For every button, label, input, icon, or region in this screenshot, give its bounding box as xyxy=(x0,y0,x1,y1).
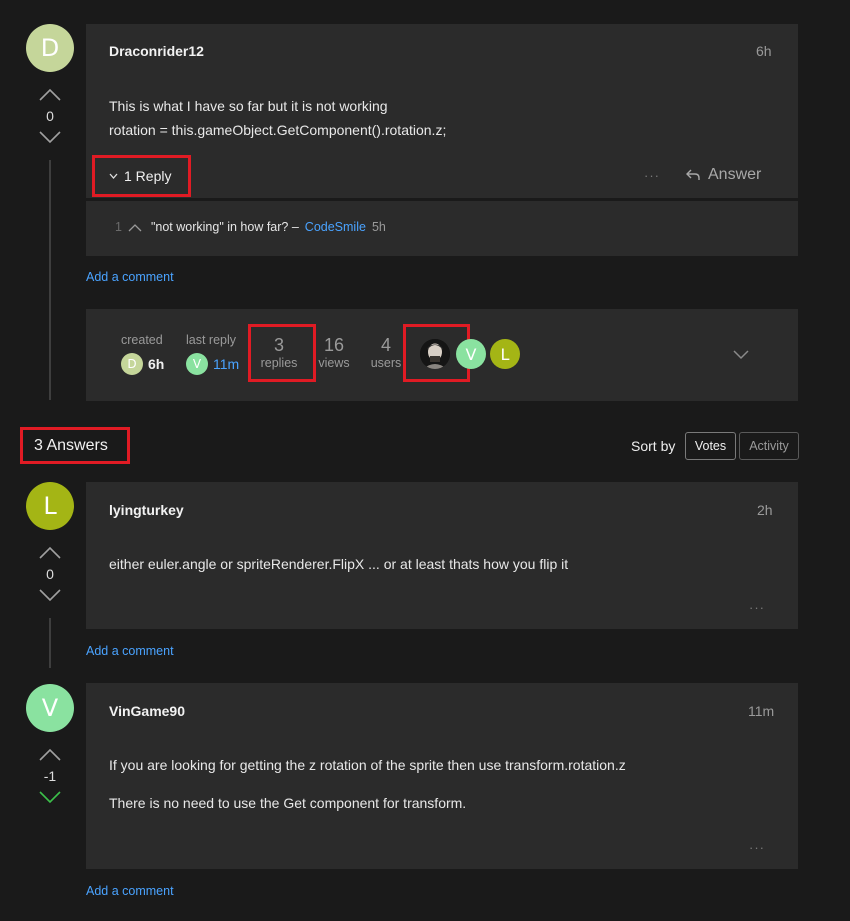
stat-users: 4 users xyxy=(368,335,404,370)
question-body-line: This is what I have so far but it is not… xyxy=(109,98,388,114)
sort-votes-button[interactable]: Votes xyxy=(685,432,736,460)
thread-line xyxy=(49,160,51,400)
question-vote-count: 0 xyxy=(46,108,54,124)
user-avatar-v[interactable]: V xyxy=(456,339,486,369)
answer2-body-line2: There is no need to use the Get componen… xyxy=(109,795,467,811)
upvote-icon[interactable] xyxy=(39,88,61,102)
answer-button[interactable]: Answer xyxy=(686,166,761,184)
downvote-active-icon[interactable] xyxy=(39,790,61,804)
stat-views-label: views xyxy=(318,356,350,370)
stat-views: 16 views xyxy=(316,335,352,370)
stat-last-reply-time[interactable]: 11m xyxy=(213,356,239,372)
answer1-body: either euler.angle or spriteRenderer.Fli… xyxy=(109,556,569,572)
reply-row: 1 "not working" in how far? – CodeSmile … xyxy=(115,220,386,234)
highlight-answers-heading xyxy=(20,427,130,464)
answer2-add-comment-link[interactable]: Add a comment xyxy=(86,884,174,898)
answer2-vote-column: -1 xyxy=(26,748,74,804)
reply-vote-count: 1 xyxy=(115,220,122,234)
downvote-icon[interactable] xyxy=(39,588,61,602)
reply-arrow-icon xyxy=(686,169,700,180)
answer1-add-comment-link[interactable]: Add a comment xyxy=(86,644,174,658)
stat-users-count: 4 xyxy=(380,335,391,355)
answer1-author-avatar[interactable]: L xyxy=(26,482,74,530)
question-add-comment-link[interactable]: Add a comment xyxy=(86,270,174,284)
question-time: 6h xyxy=(756,43,772,59)
highlight-reply-toggle xyxy=(92,155,191,197)
answer2-more-button[interactable]: ··· xyxy=(749,840,765,855)
answer1-vote-count: 0 xyxy=(46,566,54,582)
stats-expand-chevron-icon[interactable] xyxy=(733,350,749,360)
highlight-replies xyxy=(248,324,316,382)
stat-created-avatar[interactable]: D xyxy=(121,353,143,375)
reply-upvote-icon[interactable] xyxy=(128,223,142,232)
question-vote-column: 0 xyxy=(26,88,74,144)
answer1-time: 2h xyxy=(757,502,773,518)
stat-views-count: 16 xyxy=(323,335,345,355)
answer1-vote-column: 0 xyxy=(26,546,74,602)
answer2-vote-count: -1 xyxy=(43,768,57,784)
upvote-icon[interactable] xyxy=(39,546,61,560)
answer-button-label: Answer xyxy=(708,166,762,183)
answer1-more-button[interactable]: ··· xyxy=(749,600,765,615)
stat-created: created D 6h xyxy=(121,333,164,375)
question-author-avatar[interactable]: D xyxy=(26,24,74,72)
sort-label: Sort by xyxy=(631,438,676,454)
question-body-code-line: rotation = this.gameObject.GetComponent(… xyxy=(109,122,447,138)
question-more-button[interactable]: ··· xyxy=(644,168,660,183)
upvote-icon[interactable] xyxy=(39,748,61,762)
answer2-author-avatar[interactable]: V xyxy=(26,684,74,732)
reply-text: "not working" in how far? – xyxy=(150,220,299,234)
stat-created-label: created xyxy=(121,333,163,347)
answer1-author-name[interactable]: lyingturkey xyxy=(109,502,184,518)
answer2-time: 11m xyxy=(748,703,775,719)
answer1-thread-line xyxy=(49,618,51,668)
reply-time: 5h xyxy=(371,220,386,234)
stat-users-label: users xyxy=(370,356,402,370)
question-body: This is what I have so far but it is not… xyxy=(109,94,446,142)
answer2-body-line1: If you are looking for getting the z rot… xyxy=(109,757,626,773)
question-author-name[interactable]: Draconrider12 xyxy=(109,43,204,59)
stat-created-time: 6h xyxy=(148,356,165,372)
reply-author-link[interactable]: CodeSmile xyxy=(305,220,366,234)
sort-activity-button[interactable]: Activity xyxy=(739,432,799,460)
stat-last-reply-avatar[interactable]: V xyxy=(186,353,208,375)
answer2-author-name[interactable]: VinGame90 xyxy=(109,703,185,719)
stat-last-reply: last reply V 11m xyxy=(186,333,239,375)
downvote-icon[interactable] xyxy=(39,130,61,144)
stat-last-reply-label: last reply xyxy=(186,333,237,347)
user-avatar-l[interactable]: L xyxy=(490,339,520,369)
